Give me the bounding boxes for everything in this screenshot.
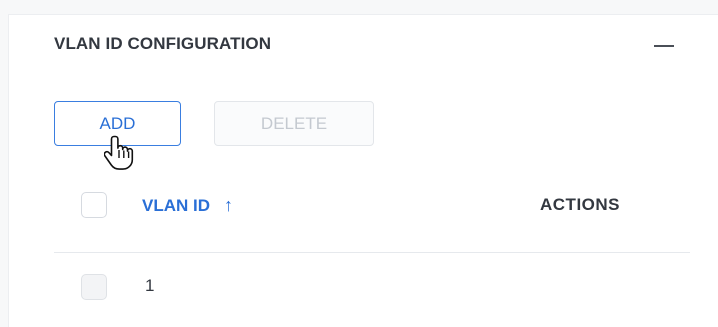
cell-vlan-id: 1	[145, 276, 155, 295]
column-header-actions: ACTIONS	[540, 195, 620, 214]
select-all-checkbox[interactable]	[81, 192, 107, 218]
table-header: VLAN ID ↑ ACTIONS	[54, 186, 690, 253]
column-label-vlan-id: VLAN ID	[142, 195, 210, 215]
add-button[interactable]: ADD	[54, 101, 181, 146]
table-row: 1	[54, 253, 690, 323]
minus-icon[interactable]	[653, 34, 675, 54]
panel-title: VLAN ID CONFIGURATION	[54, 34, 272, 53]
row-checkbox[interactable]	[81, 274, 107, 300]
column-header-vlan-id[interactable]: VLAN ID ↑	[142, 195, 233, 216]
delete-button[interactable]: DELETE	[214, 101, 374, 146]
sort-ascending-icon[interactable]: ↑	[224, 195, 233, 216]
